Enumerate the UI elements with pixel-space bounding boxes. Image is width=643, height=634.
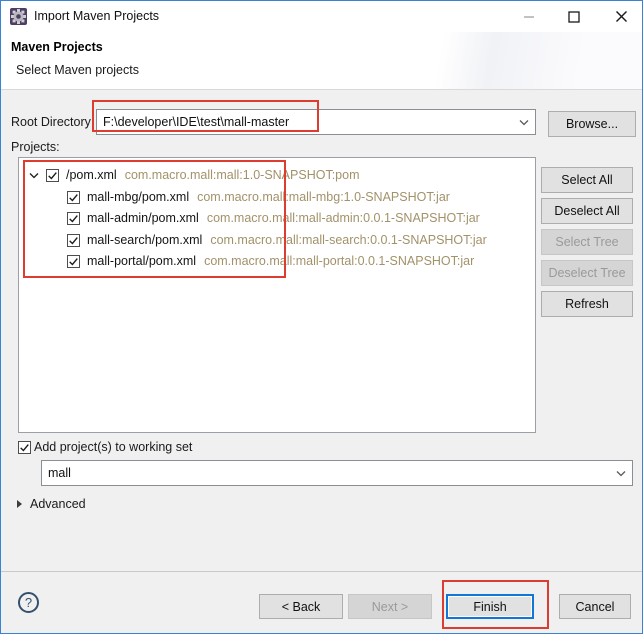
root-directory-input[interactable] bbox=[97, 110, 513, 134]
title-bar[interactable]: Import Maven Projects bbox=[1, 1, 642, 32]
wizard-subtitle: Select Maven projects bbox=[16, 63, 139, 77]
help-button[interactable]: ? bbox=[18, 592, 39, 613]
select-tree-button[interactable]: Select Tree bbox=[541, 229, 633, 255]
wizard-title: Maven Projects bbox=[11, 40, 103, 54]
check-icon bbox=[47, 170, 58, 181]
finish-button[interactable]: Finish bbox=[446, 594, 534, 619]
tree-item-mall-mbg[interactable]: mall-mbg/pom.xml com.macro.mall:mall-mbg… bbox=[19, 187, 535, 207]
check-icon bbox=[68, 235, 79, 246]
deselect-all-button[interactable]: Deselect All bbox=[541, 198, 633, 224]
combo-chevron-icon[interactable] bbox=[610, 461, 632, 485]
tree-item-mall-admin[interactable]: mall-admin/pom.xml com.macro.mall:mall-a… bbox=[19, 208, 535, 228]
tree-item-name: mall-portal/pom.xml bbox=[87, 254, 196, 268]
wizard-header: Maven Projects Select Maven projects bbox=[1, 32, 642, 90]
tree-item-pom[interactable]: /pom.xml com.macro.mall:mall:1.0-SNAPSHO… bbox=[19, 165, 535, 185]
expand-chevron-icon[interactable] bbox=[29, 171, 39, 180]
tree-item-gav: com.macro.mall:mall-admin:0.0.1-SNAPSHOT… bbox=[207, 211, 480, 225]
maven-import-icon bbox=[10, 8, 27, 25]
check-icon bbox=[68, 256, 79, 267]
checkbox[interactable] bbox=[46, 169, 59, 182]
browse-button[interactable]: Browse... bbox=[548, 111, 636, 137]
help-icon: ? bbox=[25, 595, 32, 610]
checkbox[interactable] bbox=[67, 255, 80, 268]
checkbox[interactable] bbox=[67, 234, 80, 247]
footer-separator bbox=[1, 571, 642, 572]
minimize-button[interactable] bbox=[512, 1, 546, 32]
select-all-button[interactable]: Select All bbox=[541, 167, 633, 193]
root-directory-combo[interactable] bbox=[96, 109, 536, 135]
checkbox[interactable] bbox=[67, 212, 80, 225]
refresh-button[interactable]: Refresh bbox=[541, 291, 633, 317]
import-maven-projects-dialog: Import Maven Projects Maven Projects Sel… bbox=[0, 0, 643, 634]
tree-item-name: mall-search/pom.xml bbox=[87, 233, 202, 247]
projects-tree[interactable]: /pom.xml com.macro.mall:mall:1.0-SNAPSHO… bbox=[18, 157, 536, 433]
close-button[interactable] bbox=[604, 1, 638, 32]
advanced-label[interactable]: Advanced bbox=[30, 497, 86, 511]
checkbox[interactable] bbox=[67, 191, 80, 204]
tree-item-mall-search[interactable]: mall-search/pom.xml com.macro.mall:mall-… bbox=[19, 230, 535, 250]
combo-chevron-icon[interactable] bbox=[513, 110, 535, 134]
advanced-expander-icon[interactable] bbox=[17, 500, 22, 508]
deselect-tree-button[interactable]: Deselect Tree bbox=[541, 260, 633, 286]
root-directory-label: Root Directory: bbox=[11, 115, 94, 129]
cancel-button[interactable]: Cancel bbox=[559, 594, 631, 619]
working-set-combo[interactable] bbox=[41, 460, 633, 486]
close-icon bbox=[615, 10, 628, 23]
back-button[interactable]: < Back bbox=[259, 594, 343, 619]
minimize-icon bbox=[523, 11, 535, 23]
tree-item-gav: com.macro.mall:mall-search:0.0.1-SNAPSHO… bbox=[210, 233, 486, 247]
tree-item-name: mall-mbg/pom.xml bbox=[87, 190, 189, 204]
tree-item-mall-portal[interactable]: mall-portal/pom.xml com.macro.mall:mall-… bbox=[19, 251, 535, 271]
check-icon bbox=[68, 213, 79, 224]
tree-item-name: /pom.xml bbox=[66, 168, 117, 182]
tree-item-gav: com.macro.mall:mall-mbg:1.0-SNAPSHOT:jar bbox=[197, 190, 450, 204]
check-icon bbox=[68, 192, 79, 203]
projects-label: Projects: bbox=[11, 140, 60, 154]
tree-item-name: mall-admin/pom.xml bbox=[87, 211, 199, 225]
working-set-checkbox[interactable] bbox=[18, 441, 31, 454]
tree-item-gav: com.macro.mall:mall:1.0-SNAPSHOT:pom bbox=[125, 168, 360, 182]
window-title: Import Maven Projects bbox=[34, 9, 159, 23]
working-set-input[interactable] bbox=[42, 461, 610, 485]
maximize-icon bbox=[568, 11, 580, 23]
tree-item-gav: com.macro.mall:mall-portal:0.0.1-SNAPSHO… bbox=[204, 254, 474, 268]
maximize-button[interactable] bbox=[557, 1, 591, 32]
working-set-label: Add project(s) to working set bbox=[34, 440, 192, 454]
next-button[interactable]: Next > bbox=[348, 594, 432, 619]
check-icon bbox=[19, 442, 30, 453]
